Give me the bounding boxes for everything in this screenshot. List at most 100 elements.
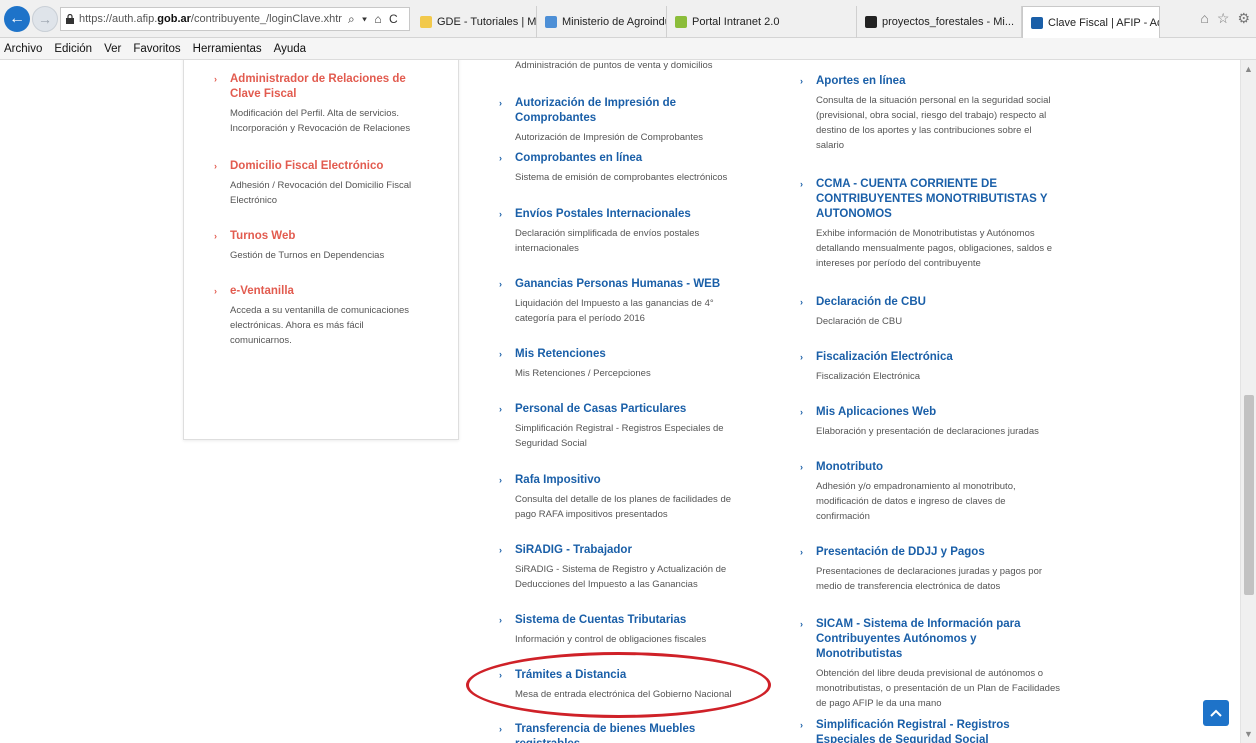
highlight-annotation-ellipse bbox=[466, 652, 771, 718]
service-e-ventanilla: › e-Ventanilla Acceda a su ventanilla de … bbox=[214, 284, 419, 348]
service-administrador-relaciones: › Administrador de Relaciones de Clave Fi… bbox=[214, 72, 419, 136]
service-declaracion-cbu: › Declaración de CBU Declaración de CBU bbox=[800, 295, 1060, 329]
chevron-right-icon: › bbox=[800, 720, 803, 730]
service-autorizacion-impresion: › Autorización de Impresión de Comprobant… bbox=[499, 96, 749, 145]
scrollbar-thumb[interactable] bbox=[1244, 395, 1254, 595]
menu-ayuda[interactable]: Ayuda bbox=[274, 43, 306, 55]
chevron-up-icon bbox=[1210, 709, 1222, 717]
browser-toolbar-icons: ⌂ ☆ ⚙ bbox=[1200, 10, 1250, 27]
service-description: Declaración simplificada de envíos posta… bbox=[515, 228, 700, 254]
chevron-right-icon: › bbox=[214, 74, 217, 84]
favorites-star-icon[interactable]: ☆ bbox=[1217, 10, 1230, 27]
service-link[interactable]: Presentación de DDJJ y Pagos bbox=[816, 545, 985, 560]
browser-titlebar: ← → https://auth.afip.gob.ar/contribuyen… bbox=[0, 0, 1256, 38]
service-description: Liquidación del Impuesto a las ganancias… bbox=[515, 298, 714, 324]
service-link[interactable]: CCMA - CUENTA CORRIENTE DE CONTRIBUYENTE… bbox=[816, 177, 1060, 222]
service-aportes-linea: › Aportes en línea Consulta de la situaci… bbox=[800, 74, 1060, 153]
back-button[interactable]: ← bbox=[4, 6, 30, 32]
tab-agroindustria[interactable]: Ministerio de Agroindustria bbox=[537, 6, 667, 38]
chevron-right-icon: › bbox=[499, 153, 502, 163]
address-actions[interactable]: ⌕ ▾ ⌂ C bbox=[348, 12, 400, 27]
forward-button[interactable]: → bbox=[32, 6, 58, 32]
home-icon[interactable]: ⌂ bbox=[1200, 10, 1208, 27]
service-link[interactable]: Sistema de Cuentas Tributarias bbox=[515, 613, 686, 628]
afip-favicon-icon bbox=[1031, 16, 1043, 29]
chevron-right-icon: › bbox=[800, 297, 803, 307]
chevron-right-icon: › bbox=[499, 615, 502, 625]
service-description: Información y control de obligaciones fi… bbox=[515, 634, 707, 645]
service-siradig: › SiRADIG - Trabajador SiRADIG - Sistema … bbox=[499, 543, 749, 592]
service-personal-casas: › Personal de Casas Particulares Simplifi… bbox=[499, 402, 749, 451]
service-link[interactable]: Comprobantes en línea bbox=[515, 151, 642, 166]
service-mis-retenciones: › Mis Retenciones Mis Retenciones / Perce… bbox=[499, 347, 749, 381]
service-link[interactable]: Mis Aplicaciones Web bbox=[816, 405, 936, 420]
service-link[interactable]: Administrador de Relaciones de Clave Fis… bbox=[230, 72, 419, 102]
service-description: SiRADIG - Sistema de Registro y Actualiz… bbox=[515, 564, 727, 590]
agroindustria-favicon-icon bbox=[545, 16, 557, 28]
service-link[interactable]: Autorización de Impresión de Comprobante… bbox=[515, 96, 749, 126]
chevron-right-icon: › bbox=[499, 98, 502, 108]
service-description: Modificación del Perfil. Alta de servici… bbox=[230, 108, 411, 134]
intranet-favicon-icon bbox=[675, 16, 687, 28]
chevron-right-icon: › bbox=[800, 547, 803, 557]
address-bar[interactable]: https://auth.afip.gob.ar/contribuyente_/… bbox=[60, 7, 410, 31]
chevron-right-icon: › bbox=[800, 352, 803, 362]
service-description: Exhibe información de Monotributistas y … bbox=[816, 228, 1053, 269]
chevron-right-icon: › bbox=[800, 619, 803, 629]
service-ganancias-personas: › Ganancias Personas Humanas - WEB Liquid… bbox=[499, 277, 749, 326]
service-description: Fiscalización Electrónica bbox=[816, 371, 921, 382]
back-to-top-button[interactable] bbox=[1203, 700, 1229, 726]
tab-proyectos[interactable]: proyectos_forestales - Mi... bbox=[857, 6, 1022, 38]
service-link[interactable]: Transferencia de bienes Muebles registra… bbox=[515, 722, 749, 743]
tab-intranet[interactable]: Portal Intranet 2.0 bbox=[667, 6, 857, 38]
url-text: https://auth.afip.gob.ar/contribuyente_/… bbox=[79, 13, 342, 25]
service-link[interactable]: Ganancias Personas Humanas - WEB bbox=[515, 277, 720, 292]
scroll-down-arrow-icon[interactable]: ▼ bbox=[1244, 729, 1253, 739]
menu-herramientas[interactable]: Herramientas bbox=[193, 43, 262, 55]
chevron-right-icon: › bbox=[800, 462, 803, 472]
chevron-right-icon: › bbox=[499, 279, 502, 289]
service-link[interactable]: Declaración de CBU bbox=[816, 295, 926, 310]
service-cuentas-tributarias: › Sistema de Cuentas Tributarias Informac… bbox=[499, 613, 749, 647]
chevron-right-icon: › bbox=[499, 209, 502, 219]
chevron-right-icon: › bbox=[214, 231, 217, 241]
service-link[interactable]: Rafa Impositivo bbox=[515, 473, 601, 488]
menu-archivo[interactable]: Archivo bbox=[4, 43, 42, 55]
chevron-right-icon: › bbox=[800, 179, 803, 189]
service-turnos-web: › Turnos Web Gestión de Turnos en Depende… bbox=[214, 229, 419, 263]
tab-gde[interactable]: GDE - Tutoriales | Ministe... bbox=[412, 6, 537, 38]
menu-ver[interactable]: Ver bbox=[104, 43, 121, 55]
service-link[interactable]: Personal de Casas Particulares bbox=[515, 402, 686, 417]
service-link[interactable]: e-Ventanilla bbox=[230, 284, 294, 299]
service-link[interactable]: SiRADIG - Trabajador bbox=[515, 543, 632, 558]
service-description: Presentaciones de declaraciones juradas … bbox=[816, 566, 1043, 592]
menu-edicion[interactable]: Edición bbox=[54, 43, 92, 55]
menu-bar: Archivo Edición Ver Favoritos Herramient… bbox=[0, 38, 1256, 60]
service-fiscalizacion-electronica: › Fiscalización Electrónica Fiscalización… bbox=[800, 350, 1060, 384]
service-link[interactable]: Domicilio Fiscal Electrónico bbox=[230, 159, 383, 174]
service-link[interactable]: Turnos Web bbox=[230, 229, 295, 244]
service-link[interactable]: Fiscalización Electrónica bbox=[816, 350, 953, 365]
service-link[interactable]: Mis Retenciones bbox=[515, 347, 606, 362]
service-link[interactable]: SICAM - Sistema de Información para Cont… bbox=[816, 617, 1060, 662]
service-description: Sistema de emisión de comprobantes elect… bbox=[515, 172, 728, 183]
service-description: Consulta del detalle de los planes de fa… bbox=[515, 494, 732, 520]
service-description: Adhesión y/o empadronamiento al monotrib… bbox=[816, 481, 1016, 522]
service-link[interactable]: Aportes en línea bbox=[816, 74, 905, 89]
service-description: Consulta de la situación personal en la … bbox=[816, 95, 1051, 151]
tab-clave-fiscal[interactable]: Clave Fiscal | AFIP - Ad... × bbox=[1022, 6, 1160, 38]
service-link[interactable]: Simplificación Registral - Registros Esp… bbox=[816, 718, 1060, 743]
settings-gear-icon[interactable]: ⚙ bbox=[1237, 10, 1250, 27]
service-description: Elaboración y presentación de declaracio… bbox=[816, 426, 1039, 437]
service-ccma: › CCMA - CUENTA CORRIENTE DE CONTRIBUYENT… bbox=[800, 177, 1060, 271]
service-description: Obtención del libre deuda previsional de… bbox=[816, 668, 1060, 709]
service-monotributo: › Monotributo Adhesión y/o empadronamient… bbox=[800, 460, 1060, 524]
service-link[interactable]: Envíos Postales Internacionales bbox=[515, 207, 691, 222]
service-sicam: › SICAM - Sistema de Información para Con… bbox=[800, 617, 1060, 711]
scroll-up-arrow-icon[interactable]: ▲ bbox=[1244, 64, 1253, 74]
menu-favoritos[interactable]: Favoritos bbox=[133, 43, 180, 55]
vertical-scrollbar[interactable]: ▲ ▼ bbox=[1240, 60, 1256, 743]
service-presentacion-ddjj: › Presentación de DDJJ y Pagos Presentaci… bbox=[800, 545, 1060, 594]
service-link[interactable]: Monotributo bbox=[816, 460, 883, 475]
chevron-right-icon: › bbox=[214, 161, 217, 171]
